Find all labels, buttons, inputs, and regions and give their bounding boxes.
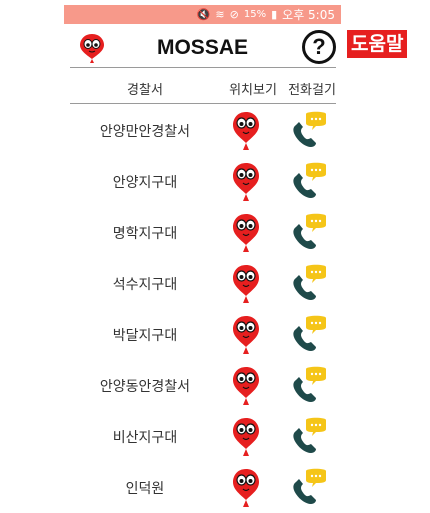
- view-location-button[interactable]: [231, 110, 261, 152]
- help-label[interactable]: 도움말: [347, 30, 408, 58]
- station-name: 박달지구대: [112, 328, 178, 344]
- balloon-mascot-pin-icon: [233, 418, 259, 456]
- view-location-button[interactable]: [231, 467, 261, 509]
- view-location-button[interactable]: [231, 263, 261, 305]
- station-row: 안양동안경찰서: [70, 361, 336, 411]
- phone-with-speech-bubble-icon: [293, 213, 326, 249]
- balloon-mascot-pin-icon: [233, 265, 259, 303]
- station-name: 명학지구대: [112, 226, 178, 242]
- station-row: 비산지구대: [70, 412, 336, 462]
- call-button[interactable]: [290, 264, 330, 302]
- call-button[interactable]: [290, 417, 330, 455]
- call-button[interactable]: [290, 111, 330, 149]
- station-row: 명학지구대: [70, 208, 336, 258]
- phone-with-speech-bubble-icon: [293, 468, 326, 504]
- mute-icon: 🔇: [196, 8, 211, 21]
- call-button[interactable]: [290, 162, 330, 200]
- station-row: 안양만안경찰서: [70, 106, 336, 156]
- station-row: 석수지구대: [70, 259, 336, 309]
- view-location-button[interactable]: [231, 416, 261, 458]
- station-name: 안양동안경찰서: [99, 379, 191, 395]
- battery-level: 15%: [243, 9, 267, 20]
- phone-with-speech-bubble-icon: [293, 315, 326, 351]
- call-button[interactable]: [290, 468, 330, 506]
- balloon-mascot-pin-icon: [233, 214, 259, 252]
- station-name: 인덕원: [125, 481, 165, 497]
- column-header-call: 전화걸기: [288, 83, 336, 98]
- phone-with-speech-bubble-icon: [293, 264, 326, 300]
- view-location-button[interactable]: [231, 314, 261, 356]
- station-row: 안양지구대: [70, 157, 336, 207]
- station-name: 비산지구대: [112, 430, 178, 446]
- wifi-icon: ≋: [215, 8, 225, 21]
- call-button[interactable]: [290, 315, 330, 353]
- view-location-button[interactable]: [231, 212, 261, 254]
- station-name: 안양지구대: [112, 175, 178, 191]
- view-location-button[interactable]: [231, 161, 261, 203]
- clock: 오후 5:05: [282, 8, 335, 22]
- header-top-divider: [70, 67, 336, 68]
- balloon-mascot-pin-icon: [233, 469, 259, 507]
- column-header-location: 위치보기: [229, 83, 277, 98]
- battery-icon: ▮: [271, 8, 278, 21]
- balloon-mascot-pin-icon: [233, 367, 259, 405]
- station-row: 박달지구대: [70, 310, 336, 360]
- app-bar: MOSSAE: [64, 24, 341, 66]
- phone-with-speech-bubble-icon: [293, 111, 326, 147]
- help-button[interactable]: ?: [302, 30, 336, 64]
- station-name: 석수지구대: [112, 277, 178, 293]
- balloon-logo-icon: [78, 32, 106, 64]
- phone-with-speech-bubble-icon: [293, 366, 326, 402]
- question-circle-icon: ?: [312, 34, 326, 59]
- station-name: 안양만안경찰서: [99, 124, 191, 140]
- header-bottom-divider: [70, 103, 336, 104]
- phone-with-speech-bubble-icon: [293, 417, 326, 453]
- view-location-button[interactable]: [231, 365, 261, 407]
- balloon-mascot-pin-icon: [233, 316, 259, 354]
- column-header-station: 경찰서: [127, 83, 163, 98]
- phone-with-speech-bubble-icon: [293, 162, 326, 198]
- call-button[interactable]: [290, 366, 330, 404]
- station-row: 인덕원: [70, 463, 336, 513]
- call-button[interactable]: [290, 213, 330, 251]
- balloon-mascot-pin-icon: [233, 112, 259, 150]
- balloon-mascot-pin-icon: [233, 163, 259, 201]
- do-not-disturb-icon: ⊘: [229, 8, 239, 21]
- status-bar: 🔇 ≋ ⊘ 15% ▮ 오후 5:05: [64, 5, 341, 24]
